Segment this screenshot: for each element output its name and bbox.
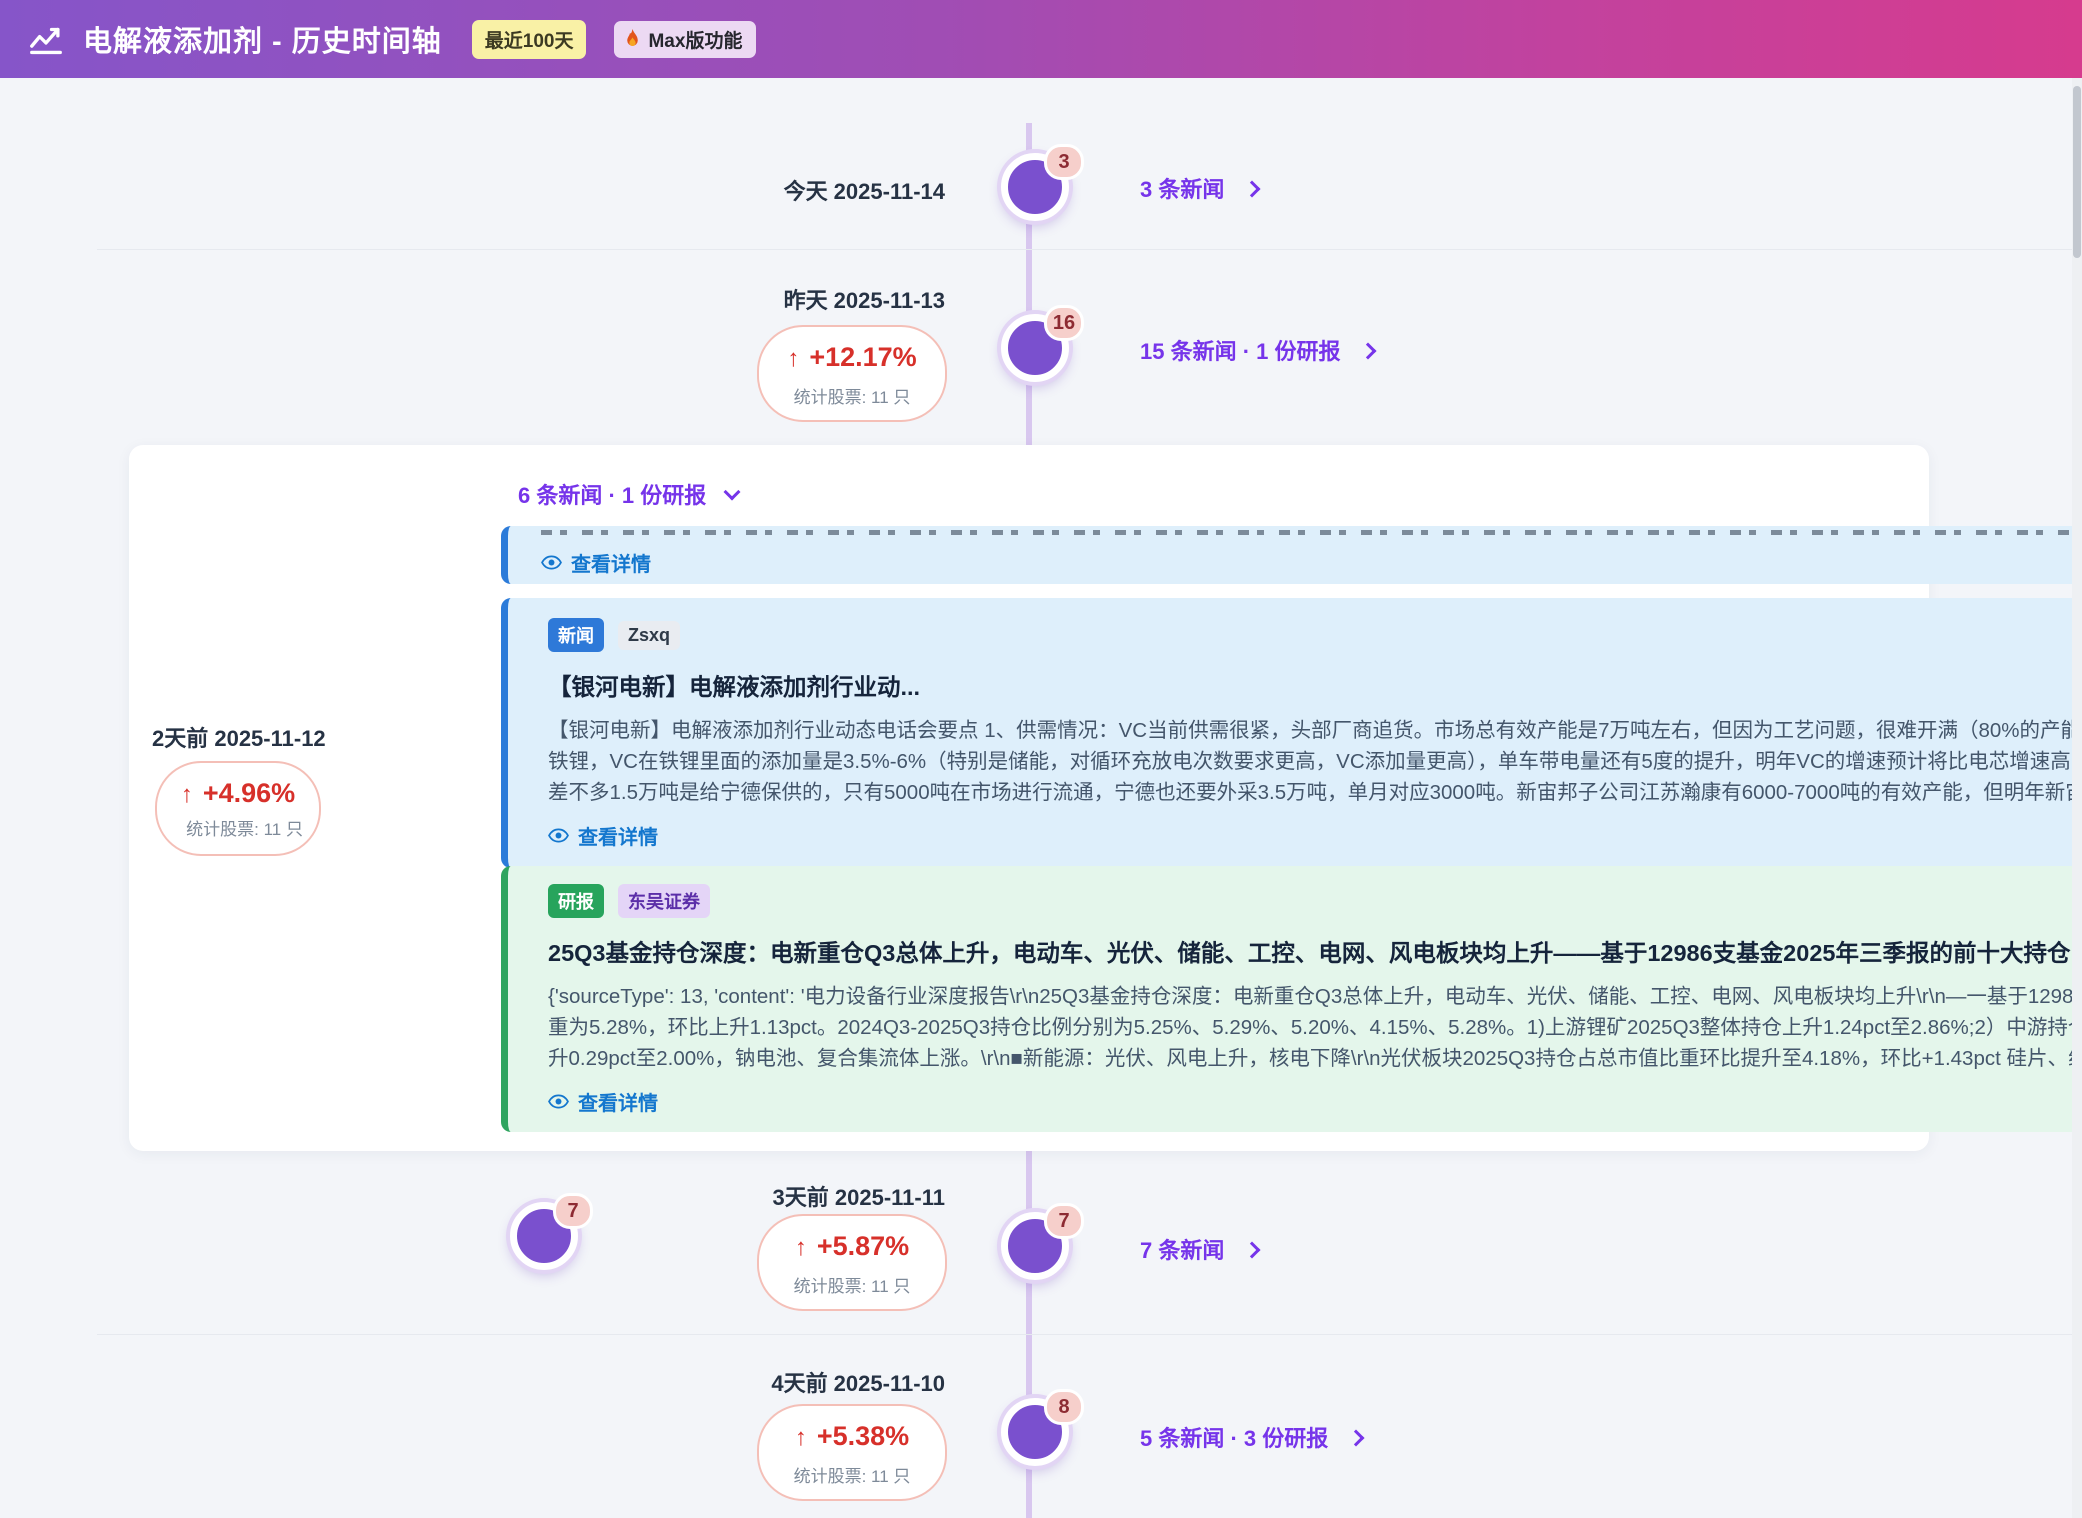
timeline-node[interactable]: 7 [1001, 1212, 1069, 1280]
news-body-line: 【银河电新】电解液添加剂行业动态电话会要点 1、供需情况：VC当前供需很紧，头部… [548, 715, 2082, 746]
news-body: 【银河电新】电解液添加剂行业动态电话会要点 1、供需情况：VC当前供需很紧，头部… [548, 715, 2082, 808]
card-tag-row: 新闻 Zsxq [548, 618, 2082, 652]
up-arrow-icon: ↑ [787, 345, 799, 372]
up-arrow-icon: ↑ [795, 1234, 807, 1261]
count-badge: 16 [1044, 305, 1084, 341]
report-body-line: 重为5.28%，环比上升1.13pct。2024Q3-2025Q3持仓比例分别为… [548, 1012, 2082, 1043]
timeline-node[interactable]: 8 [1001, 1398, 1069, 1466]
entry-news-link[interactable]: 5 条新闻 · 3 份研报 [1140, 1421, 1362, 1453]
timeline-node[interactable]: 3 [1001, 153, 1069, 221]
trend-chart-icon [27, 20, 65, 58]
eye-icon [548, 1094, 569, 1109]
change-percent: ↑+12.17% [775, 342, 929, 373]
expanded-day-panel: 6 条新闻 · 1 份研报 2天前 2025-11-12 ↑+4.96% 统计股… [129, 445, 1929, 1151]
news-card[interactable]: 新闻 Zsxq 【银河电新】电解液添加剂行业动... 【银河电新】电解液添加剂行… [501, 598, 2082, 868]
stocks-count: 统计股票: 11 只 [775, 1272, 929, 1297]
panel-summary-label: 6 条新闻 · 1 份研报 [518, 478, 706, 510]
count-badge: 7 [1044, 1203, 1084, 1239]
news-card-clipped[interactable]: 查看详情 [501, 526, 2082, 584]
view-details-label: 查看详情 [578, 821, 658, 850]
count-badge: 8 [1044, 1389, 1084, 1425]
entry-date: 3天前 2025-11-11 [545, 1180, 945, 1212]
count-badge: 3 [1044, 144, 1084, 180]
entry-news-link[interactable]: 3 条新闻 [1140, 172, 1258, 204]
up-arrow-icon: ↑ [181, 781, 193, 808]
row-divider [97, 249, 2082, 250]
news-title: 【银河电新】电解液添加剂行业动... [548, 668, 2082, 702]
chevron-down-icon [724, 484, 741, 501]
chevron-right-icon [1348, 1430, 1365, 1447]
scrollbar-thumb[interactable] [2073, 86, 2081, 258]
vertical-scrollbar[interactable] [2072, 78, 2082, 1518]
entry-date: 今天 2025-11-14 [545, 174, 945, 206]
entry-news-link-label: 5 条新闻 · 3 份研报 [1140, 1421, 1328, 1453]
change-percent: ↑+5.38% [775, 1421, 929, 1452]
eye-icon [541, 555, 562, 570]
panel-summary-toggle[interactable]: 6 条新闻 · 1 份研报 [518, 478, 738, 510]
report-title: 25Q3基金持仓深度：电新重仓Q3总体上升，电动车、光伏、储能、工控、电网、风电… [548, 934, 2082, 968]
card-tag-row: 研报 东吴证券 [548, 884, 2082, 918]
entry-date: 2天前 2025-11-12 [152, 721, 372, 753]
eye-icon [548, 828, 569, 843]
news-body-line: 差不多1.5万吨是给宁德保供的，只有5000吨在市场进行流通，宁德也还要外采3.… [548, 777, 2082, 808]
up-arrow-icon: ↑ [795, 1424, 807, 1451]
change-percent: ↑+5.87% [775, 1231, 929, 1262]
chevron-right-icon [1244, 181, 1261, 198]
chevron-right-icon [1244, 1242, 1261, 1259]
clipped-text-remnant [541, 530, 2082, 535]
timeline-node[interactable]: 7 [510, 1202, 578, 1270]
stocks-count: 统计股票: 11 只 [173, 817, 303, 842]
page-title: 电解液添加剂 - 历史时间轴 [83, 18, 442, 60]
app-header: 电解液添加剂 - 历史时间轴 最近100天 Max版功能 [0, 0, 2082, 78]
news-source-badge: Zsxq [618, 621, 680, 650]
chevron-right-icon [1360, 343, 1377, 360]
view-details-label: 查看详情 [571, 548, 651, 577]
max-badge-label: Max版功能 [648, 26, 742, 53]
news-type-badge: 新闻 [548, 618, 604, 652]
report-source-badge: 东吴证券 [618, 884, 710, 918]
entry-date: 昨天 2025-11-13 [545, 283, 945, 315]
report-body: {'sourceType': 13, 'content': '电力设备行业深度报… [548, 981, 2082, 1074]
stocks-count: 统计股票: 11 只 [775, 1462, 929, 1487]
report-card[interactable]: 研报 东吴证券 25Q3基金持仓深度：电新重仓Q3总体上升，电动车、光伏、储能、… [501, 866, 2082, 1132]
news-body-line: 铁锂，VC在铁锂里面的添加量是3.5%-6%（特别是储能，对循环充放电次数要求更… [548, 746, 2082, 777]
max-feature-badge: Max版功能 [614, 21, 756, 58]
report-type-badge: 研报 [548, 884, 604, 918]
view-details-label: 查看详情 [578, 1087, 658, 1116]
entry-news-link[interactable]: 15 条新闻 · 1 份研报 [1140, 334, 1374, 366]
report-body-line: 升0.29pct至2.00%，钠电池、复合集流体上涨。\r\n■新能源：光伏、风… [548, 1043, 2082, 1074]
report-body-line: {'sourceType': 13, 'content': '电力设备行业深度报… [548, 981, 2082, 1012]
change-percent: ↑+4.96% [173, 778, 303, 809]
change-stat-pill: ↑+5.87% 统计股票: 11 只 [757, 1214, 947, 1311]
row-divider [97, 1334, 2082, 1335]
entry-date: 4天前 2025-11-10 [545, 1366, 945, 1398]
entry-news-link[interactable]: 7 条新闻 [1140, 1233, 1258, 1265]
view-details-link[interactable]: 查看详情 [541, 548, 651, 577]
change-stat-pill: ↑+5.38% 统计股票: 11 只 [757, 1404, 947, 1501]
timeline-node[interactable]: 16 [1001, 314, 1069, 382]
change-stat-pill: ↑+12.17% 统计股票: 11 只 [757, 325, 947, 422]
entry-news-link-label: 3 条新闻 [1140, 172, 1224, 204]
flame-icon [624, 29, 641, 50]
view-details-link[interactable]: 查看详情 [548, 821, 658, 850]
view-details-link[interactable]: 查看详情 [548, 1087, 658, 1116]
range-badge: 最近100天 [472, 20, 587, 59]
change-stat-pill: ↑+4.96% 统计股票: 11 只 [155, 761, 321, 856]
stocks-count: 统计股票: 11 只 [775, 383, 929, 408]
entry-news-link-label: 7 条新闻 [1140, 1233, 1224, 1265]
entry-news-link-label: 15 条新闻 · 1 份研报 [1140, 334, 1340, 366]
